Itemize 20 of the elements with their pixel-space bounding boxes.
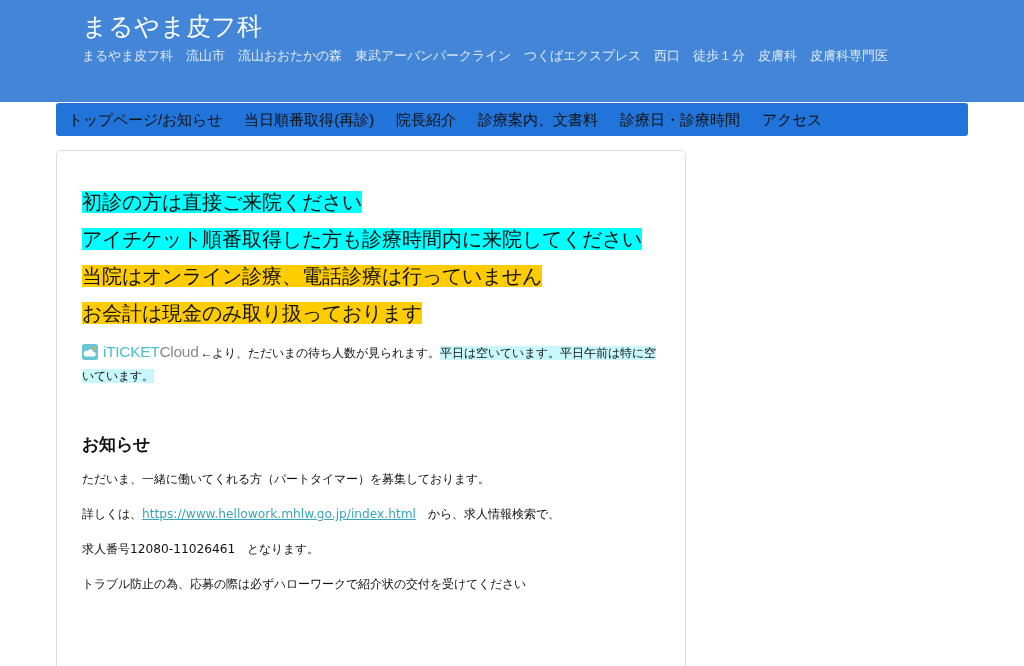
body-text: 求人番号12080-11026461 となります。 — [82, 541, 321, 558]
notice-text: お会計は現金のみ取り扱っております — [82, 302, 422, 324]
nav-link[interactable]: 当日順番取得(再診) — [244, 109, 375, 130]
nav-link[interactable]: トップページ/お知らせ — [68, 109, 223, 130]
ticket-logo-text: iTICKETCloud — [103, 343, 199, 361]
body-text: 詳しくは、https://www.hellowork.mhlw.go.jp/index.html から、求人情報検索で、 — [82, 506, 561, 523]
nav-link[interactable]: 診療案内、文書料 — [478, 109, 599, 130]
body-text: トラブル防止の為、応募の際は必ずハローワークで紹介状の交付を受けてください — [82, 576, 527, 593]
nav-link[interactable]: アクセス — [762, 109, 823, 130]
nav-link[interactable]: 診療日・診療時間 — [620, 109, 741, 130]
notice-text: 初診の方は直接ご来院ください — [82, 191, 362, 213]
nav-link[interactable]: 院長紹介 — [396, 109, 457, 130]
site-title: まるやま皮フ科 — [82, 11, 263, 42]
section-heading: お知らせ — [82, 434, 151, 456]
site-tagline: まるやま皮フ科 流山市 流山おおたかの森 東武アーバンパークライン つくばエクスプレス 西口 徒歩１分 皮膚科 皮膚科専門医 — [82, 48, 889, 65]
notice-text: アイチケット順番取得した方も診療時間内に来院してください — [82, 228, 642, 250]
cloud-icon — [82, 344, 98, 360]
hellowork-link[interactable]: https://www.hellowork.mhlw.go.jp/index.html — [142, 507, 416, 521]
body-text: ただいま、一緒に働いてくれる方（パートタイマー）を募集しております。 — [82, 471, 491, 488]
notice-text: 当院はオンライン診療、電話診療は行っていません — [82, 265, 542, 287]
